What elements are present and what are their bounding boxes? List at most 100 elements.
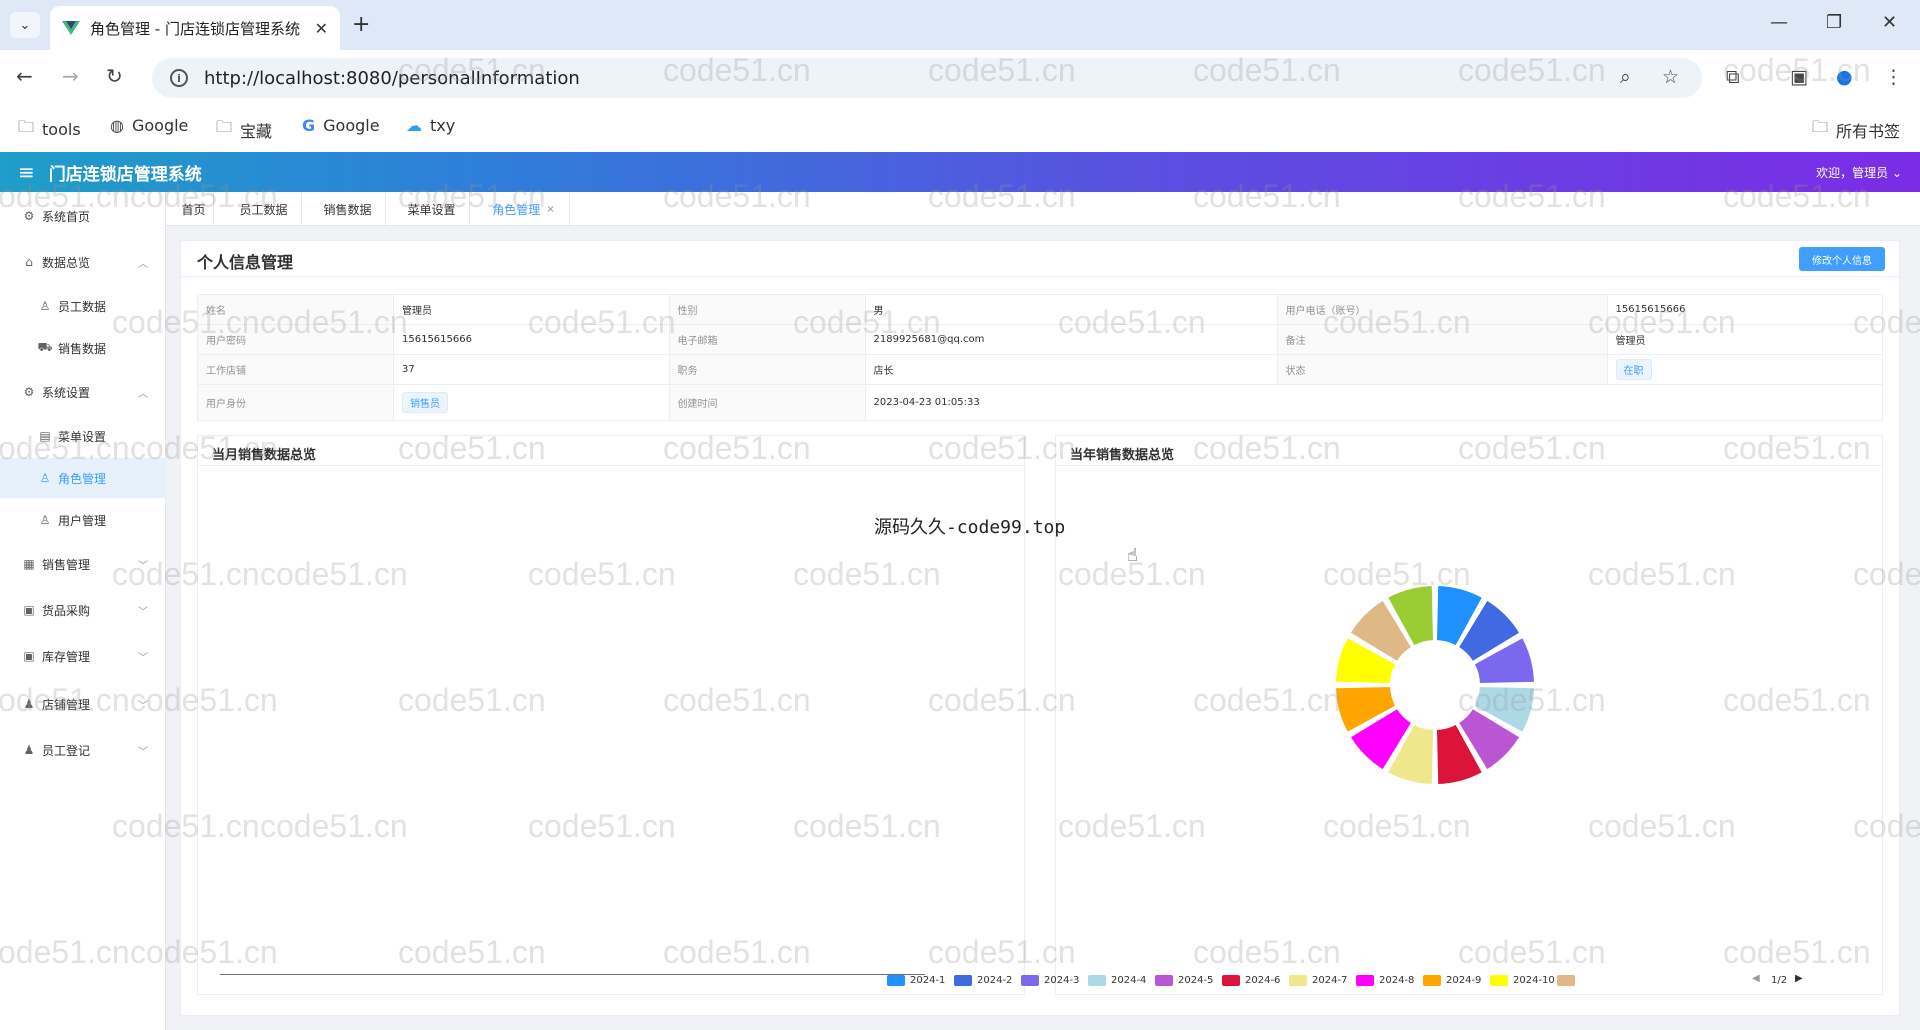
legend-swatch [1289, 975, 1307, 986]
label-created: 创建时间 [668, 384, 866, 421]
edit-profile-button[interactable]: 修改个人信息 [1799, 247, 1885, 271]
sidebar-item-role-management[interactable]: ♙ 角色管理 [0, 458, 166, 498]
user-menu[interactable]: 欢迎，管理员 ⌄ [1816, 164, 1902, 181]
legend-swatch [1490, 975, 1508, 986]
value-created: 2023-04-23 01:05:33 [864, 384, 1883, 421]
all-bookmarks[interactable]: 🗀 所有书签 [1812, 116, 1900, 143]
value-status: 在职 [1606, 354, 1883, 385]
app-header: ≡ 门店连锁店管理系统 欢迎，管理员 ⌄ [0, 152, 1920, 192]
sidebar-item-system-settings[interactable]: ⚙ 系统设置 ︿ [0, 372, 166, 412]
sidebar-item-data-overview[interactable]: ⌂ 数据总览 ︿ [0, 242, 166, 282]
chart-header: 当月销售数据总览 [198, 436, 1024, 466]
legend-label: 2024-10 [1513, 975, 1555, 986]
sidebar-item-home[interactable]: ⚙ 系统首页 [0, 196, 166, 236]
legend-item[interactable]: 2024-7 [1289, 975, 1347, 986]
legend-item[interactable]: 2024-6 [1222, 975, 1280, 986]
page-title: 个人信息管理 [197, 253, 294, 272]
legend-item[interactable]: 2024-9 [1423, 975, 1481, 986]
bookmark-txy[interactable]: ☁ txy [406, 116, 455, 135]
identity-badge: 销售员 [402, 392, 448, 413]
legend-item[interactable]: 2024-10 [1490, 975, 1555, 986]
close-icon[interactable]: ✕ [315, 19, 328, 38]
legend-item[interactable]: 2024-8 [1356, 975, 1414, 986]
sidebar-item-store-management[interactable]: ♟ 店铺管理 ﹀ [0, 684, 166, 724]
chevron-up-icon: ︿ [138, 258, 148, 270]
tag-employee-data[interactable]: 员工数据 [226, 192, 302, 226]
legend-item[interactable]: 2024-1 [887, 975, 945, 986]
side-panel-icon[interactable]: ▣ [1790, 66, 1808, 88]
profile-card: 个人信息管理 修改个人信息 姓名 管理员 性别 男 用户电话（账号） 15615… [180, 240, 1900, 1016]
url-input[interactable]: i http://localhost:8080/personalInformat… [152, 58, 1702, 98]
browser-tab-active[interactable]: 角色管理 - 门店连锁店管理系统 ✕ [50, 6, 340, 50]
label-store: 工作店铺 [197, 354, 394, 385]
tab-search-button[interactable]: ⌄ [10, 12, 40, 38]
sidebar-item-inventory[interactable]: ▣ 库存管理 ﹀ [0, 636, 166, 676]
label-status: 状态 [1276, 354, 1608, 385]
legend-item[interactable] [1557, 975, 1580, 986]
more-menu-icon[interactable]: ⋮ [1884, 66, 1903, 88]
sidebar-item-employee-data[interactable]: ♙ 员工数据 [0, 286, 166, 326]
restore-icon[interactable]: ❐ [1826, 12, 1842, 33]
legend-item[interactable]: 2024-3 [1021, 975, 1079, 986]
window-close-icon[interactable]: ✕ [1882, 12, 1897, 33]
label-email: 电子邮箱 [668, 324, 866, 355]
new-tab-icon[interactable]: + [352, 12, 370, 37]
user-icon: ♙ [39, 513, 51, 527]
bookmark-google-2[interactable]: G Google [302, 116, 380, 135]
center-watermark: 源码久久-code99.top [874, 517, 1066, 538]
value-email: 2189925681@qq.com [864, 324, 1278, 355]
forward-icon[interactable]: → [62, 64, 79, 88]
bookmark-google-1[interactable]: ◍ Google [110, 116, 188, 135]
box-icon: ▣ [23, 649, 35, 663]
extensions-icon[interactable]: ⧉ [1726, 66, 1740, 88]
bookmark-tools[interactable]: 🗀 tools [18, 116, 81, 143]
tag-menu-settings[interactable]: 菜单设置 [394, 192, 470, 226]
value-name: 管理员 [393, 294, 670, 325]
legend-swatch [954, 975, 972, 986]
star-icon[interactable]: ☆ [1662, 66, 1679, 88]
menu-toggle-icon[interactable]: ≡ [18, 160, 35, 184]
tag-home[interactable]: 首页 [174, 192, 214, 226]
legend-item[interactable]: 2024-5 [1155, 975, 1213, 986]
minimize-icon[interactable]: — [1770, 12, 1788, 33]
label-name: 姓名 [197, 294, 394, 325]
tag-sales-data[interactable]: 销售数据 [310, 192, 386, 226]
value-phone: 15615615666 [1606, 294, 1883, 325]
globe-icon: ◍ [110, 116, 124, 135]
box-icon: ▣ [23, 603, 35, 617]
sidebar-item-user-management[interactable]: ♙ 用户管理 [0, 500, 166, 540]
legend-swatch [1021, 975, 1039, 986]
gear-icon: ⚙ [23, 209, 35, 223]
sidebar-item-menu-settings[interactable]: ▤ 菜单设置 [0, 416, 166, 456]
app-title: 门店连锁店管理系统 [48, 164, 202, 185]
legend-swatch [887, 975, 905, 986]
address-bar: ← → ↻ i http://localhost:8080/personalIn… [0, 50, 1920, 106]
reload-icon[interactable]: ↻ [106, 64, 123, 88]
back-icon[interactable]: ← [16, 64, 33, 88]
close-icon[interactable]: × [546, 204, 554, 215]
legend-page-indicator: 1/2 [1771, 975, 1788, 986]
legend-item[interactable]: 2024-2 [954, 975, 1012, 986]
sidebar-item-purchasing[interactable]: ▣ 货品采购 ﹀ [0, 590, 166, 630]
bookmark-treasure[interactable]: 🗀 宝藏 [216, 116, 272, 143]
label-remark: 备注 [1276, 324, 1608, 355]
tag-role-management[interactable]: 角色管理 × [478, 192, 570, 226]
legend-next-icon[interactable]: ▶ [1795, 973, 1803, 984]
legend-label: 2024-2 [977, 975, 1013, 986]
chevron-down-icon: ﹀ [138, 746, 148, 758]
user-icon: ♙ [39, 471, 51, 485]
chevron-down-icon: ﹀ [138, 606, 148, 618]
home-icon: ⌂ [25, 255, 33, 269]
status-badge: 在职 [1615, 359, 1652, 380]
legend-label: 2024-8 [1379, 975, 1415, 986]
sidebar-item-sales-data[interactable]: ⛟ 销售数据 [0, 328, 166, 368]
sidebar-item-sales-management[interactable]: ▦ 销售管理 ﹀ [0, 544, 166, 584]
sidebar-item-employee-register[interactable]: ♟ 员工登记 ﹀ [0, 730, 166, 770]
profile-icon[interactable]: ● [1836, 66, 1853, 88]
site-info-icon[interactable]: i [170, 69, 188, 87]
zoom-icon[interactable]: ⌕ [1620, 66, 1631, 88]
legend-label: 2024-9 [1446, 975, 1482, 986]
legend-prev-icon[interactable]: ◀ [1752, 973, 1760, 984]
google-icon: G [302, 116, 316, 135]
legend-item[interactable]: 2024-4 [1088, 975, 1146, 986]
